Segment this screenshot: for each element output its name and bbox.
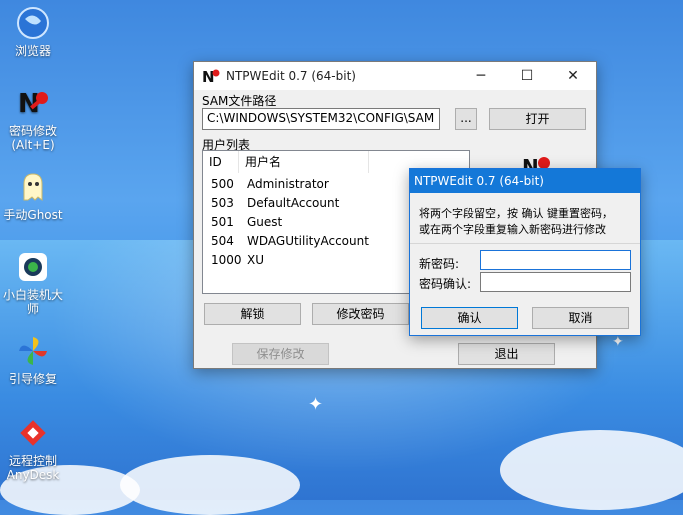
dialog-divider: [410, 243, 640, 244]
dialog-instruction-line2: 或在两个字段重复输入新密码进行修改: [419, 223, 606, 236]
desktop-icon-anydesk[interactable]: 远程控制 AnyDesk: [0, 416, 66, 482]
dialog-instruction-line1: 将两个字段留空，按 确认 键重置密码，: [419, 207, 613, 220]
exit-button[interactable]: 退出: [458, 343, 555, 365]
window-title: NTPWEdit 0.7 (64-bit): [226, 69, 356, 83]
user-id: 500: [211, 177, 234, 191]
minimize-button[interactable]: ─: [458, 62, 504, 90]
desktop-icon-label: 远程控制 AnyDesk: [6, 454, 60, 482]
new-password-input[interactable]: [480, 250, 631, 270]
column-header-id[interactable]: ID: [203, 151, 239, 173]
user-name: Administrator: [247, 177, 329, 191]
maximize-button[interactable]: ☐: [504, 62, 550, 90]
user-name: WDAGUtilityAccount: [247, 234, 369, 248]
sparkle-icon: ✦: [308, 394, 324, 415]
user-name: Guest: [247, 215, 283, 229]
confirm-password-input[interactable]: [480, 272, 631, 292]
user-id: 1000: [211, 253, 242, 267]
open-button[interactable]: 打开: [489, 108, 586, 130]
installer-icon: [19, 253, 47, 281]
key-icon: N: [18, 89, 48, 119]
pinwheel-icon: [19, 337, 47, 365]
sparkle-icon: ✦: [612, 334, 624, 350]
ghost-icon: [23, 173, 43, 201]
user-name: XU: [247, 253, 265, 267]
wallpaper-cloud: [120, 455, 300, 515]
user-id: 503: [211, 196, 234, 210]
column-header-username[interactable]: 用户名: [239, 151, 369, 173]
browse-button[interactable]: ...: [455, 108, 477, 130]
close-button[interactable]: ✕: [550, 62, 596, 90]
change-password-button[interactable]: 修改密码: [312, 303, 409, 325]
dialog-title: NTPWEdit 0.7 (64-bit): [414, 174, 544, 188]
desktop-icon-password-change[interactable]: N 密码修改 (Alt+E): [0, 86, 66, 152]
cancel-button[interactable]: 取消: [532, 307, 629, 329]
sam-path-label: SAM文件路径: [202, 94, 277, 108]
unlock-button[interactable]: 解锁: [204, 303, 301, 325]
desktop-icon-browser[interactable]: 浏览器: [0, 6, 66, 58]
title-bar: N NTPWEdit 0.7 (64-bit) ─ ☐ ✕: [194, 62, 596, 90]
desktop-icon-label: 手动Ghost: [3, 208, 63, 222]
anydesk-icon: [20, 420, 46, 446]
desktop-icon-label: 引导修复: [8, 372, 57, 386]
sam-path-input[interactable]: C:\WINDOWS\SYSTEM32\CONFIG\SAM: [202, 108, 440, 130]
desktop-icon-installer[interactable]: 小白装机大 师: [0, 250, 66, 316]
confirm-password-label: 密码确认:: [419, 277, 472, 291]
globe-icon: [17, 7, 49, 39]
desktop-icon-label: 浏览器: [14, 44, 51, 58]
new-password-label: 新密码:: [419, 257, 460, 271]
save-changes-button[interactable]: 保存修改: [232, 343, 329, 365]
user-id: 501: [211, 215, 234, 229]
svg-text:N: N: [202, 68, 215, 85]
app-icon: N: [202, 68, 220, 85]
desktop-icon-label: 密码修改 (Alt+E): [8, 124, 57, 152]
desktop-icon-boot-repair[interactable]: 引导修复: [0, 334, 66, 386]
password-dialog: NTPWEdit 0.7 (64-bit) 将两个字段留空，按 确认 键重置密码…: [409, 168, 641, 336]
desktop-icon-ghost[interactable]: 手动Ghost: [0, 170, 66, 222]
ok-button[interactable]: 确认: [421, 307, 518, 329]
desktop-icon-label: 小白装机大 师: [2, 288, 63, 316]
user-name: DefaultAccount: [247, 196, 340, 210]
dialog-title-bar: NTPWEdit 0.7 (64-bit): [410, 169, 640, 193]
user-id: 504: [211, 234, 234, 248]
